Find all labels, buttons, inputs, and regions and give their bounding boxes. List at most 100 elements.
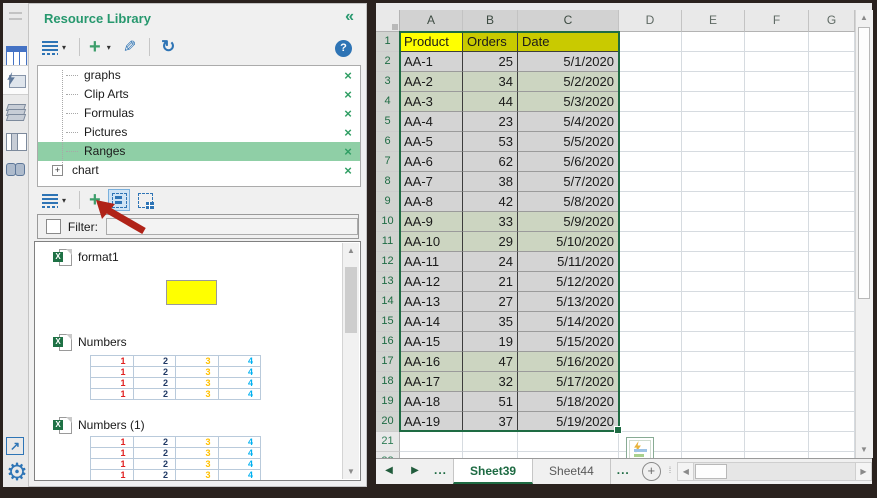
cell[interactable] xyxy=(809,112,855,132)
cell[interactable] xyxy=(682,192,745,212)
cell[interactable]: 5/1/2020 xyxy=(518,52,619,72)
cell[interactable]: AA-18 xyxy=(400,392,463,412)
cell[interactable] xyxy=(619,392,682,412)
hscroll-left-icon[interactable]: ◀ xyxy=(678,463,695,480)
delete-group-icon[interactable]: × xyxy=(336,123,360,142)
cell[interactable]: 5/10/2020 xyxy=(518,232,619,252)
cell[interactable] xyxy=(619,72,682,92)
cell[interactable] xyxy=(518,432,619,452)
cell[interactable] xyxy=(809,432,855,452)
library-item[interactable]: Xformat1 xyxy=(53,248,360,266)
cell[interactable]: 23 xyxy=(463,112,518,132)
column-header-B[interactable]: B xyxy=(463,10,518,32)
filter-input[interactable] xyxy=(105,218,358,235)
cell[interactable] xyxy=(682,372,745,392)
cell[interactable]: AA-8 xyxy=(400,192,463,212)
cell[interactable]: 44 xyxy=(463,92,518,112)
cell[interactable] xyxy=(809,352,855,372)
binoculars-icon[interactable] xyxy=(6,159,25,178)
cell[interactable] xyxy=(619,252,682,272)
cell[interactable] xyxy=(682,272,745,292)
cell[interactable]: Orders xyxy=(463,32,518,52)
cell[interactable]: AA-15 xyxy=(400,332,463,352)
next-sheet-icon[interactable]: ▶ xyxy=(402,459,428,484)
row-header-1[interactable]: 1 xyxy=(376,32,400,52)
cell[interactable]: 5/14/2020 xyxy=(518,312,619,332)
scroll-up-icon[interactable]: ▲ xyxy=(343,243,359,258)
cell[interactable] xyxy=(745,132,809,152)
row-header-7[interactable]: 7 xyxy=(376,152,400,172)
cell[interactable]: AA-17 xyxy=(400,372,463,392)
new-sheet-button[interactable]: + xyxy=(641,462,661,481)
hscroll-right-icon[interactable]: ▶ xyxy=(855,463,871,480)
cell[interactable] xyxy=(619,192,682,212)
collapse-panel-icon[interactable]: « xyxy=(345,8,354,26)
cell[interactable] xyxy=(682,92,745,112)
cell[interactable]: 5/15/2020 xyxy=(518,332,619,352)
cell[interactable]: 5/12/2020 xyxy=(518,272,619,292)
cell[interactable] xyxy=(619,292,682,312)
sheet-scroll-up-icon[interactable]: ▲ xyxy=(856,10,872,25)
row-header-11[interactable]: 11 xyxy=(376,232,400,252)
cell[interactable]: 5/16/2020 xyxy=(518,352,619,372)
column-header-A[interactable]: A xyxy=(400,10,463,32)
cell[interactable] xyxy=(619,272,682,292)
cell[interactable] xyxy=(619,52,682,72)
row-header-9[interactable]: 9 xyxy=(376,192,400,212)
cell[interactable] xyxy=(809,152,855,172)
cell[interactable] xyxy=(619,32,682,52)
row-header-15[interactable]: 15 xyxy=(376,312,400,332)
cell[interactable] xyxy=(745,72,809,92)
cell[interactable] xyxy=(619,232,682,252)
cell[interactable]: 29 xyxy=(463,232,518,252)
cell[interactable] xyxy=(809,32,855,52)
cell[interactable]: 51 xyxy=(463,392,518,412)
cell[interactable] xyxy=(809,252,855,272)
cell[interactable]: AA-19 xyxy=(400,412,463,432)
range-preview-table[interactable]: 1234123412341234 xyxy=(90,436,261,480)
sheet-scroll-down-icon[interactable]: ▼ xyxy=(856,442,872,457)
cell[interactable] xyxy=(682,332,745,352)
cell[interactable] xyxy=(682,112,745,132)
library-item[interactable]: X Numbers (1) xyxy=(53,416,360,434)
cell[interactable] xyxy=(619,352,682,372)
sheet-scrollbar-thumb[interactable] xyxy=(858,27,870,299)
cell[interactable] xyxy=(809,372,855,392)
row-header-18[interactable]: 18 xyxy=(376,372,400,392)
sheet-vertical-scrollbar[interactable]: ▲ ▼ xyxy=(855,10,873,458)
column-header-C[interactable]: C xyxy=(518,10,619,32)
cell[interactable]: 21 xyxy=(463,272,518,292)
delete-group-icon[interactable]: × xyxy=(336,85,360,104)
cell[interactable] xyxy=(682,72,745,92)
cell[interactable]: AA-1 xyxy=(400,52,463,72)
cell[interactable]: 19 xyxy=(463,332,518,352)
cell[interactable]: 62 xyxy=(463,152,518,172)
add-dropdown-icon[interactable]: ▾ xyxy=(107,43,111,52)
list-scrollbar-thumb[interactable] xyxy=(345,267,357,333)
row-header-21[interactable]: 21 xyxy=(376,432,400,452)
cell[interactable] xyxy=(745,392,809,412)
cell[interactable]: 5/4/2020 xyxy=(518,112,619,132)
cell[interactable] xyxy=(745,412,809,432)
cell[interactable]: 5/7/2020 xyxy=(518,172,619,192)
insert-range-icon[interactable] xyxy=(135,190,155,210)
column-header-E[interactable]: E xyxy=(682,10,745,32)
scroll-down-icon[interactable]: ▼ xyxy=(343,464,359,479)
cell[interactable]: 5/2/2020 xyxy=(518,72,619,92)
cell[interactable] xyxy=(809,292,855,312)
cell[interactable]: 53 xyxy=(463,132,518,152)
cell[interactable]: 5/9/2020 xyxy=(518,212,619,232)
cell[interactable] xyxy=(682,292,745,312)
quick-analysis-button[interactable] xyxy=(626,437,654,458)
worksheet-grid-icon[interactable] xyxy=(6,46,27,67)
cell[interactable]: 5/13/2020 xyxy=(518,292,619,312)
delete-group-icon[interactable]: × xyxy=(336,142,360,161)
cell[interactable] xyxy=(745,92,809,112)
cell[interactable] xyxy=(745,272,809,292)
tab-sheet44[interactable]: Sheet44 xyxy=(533,459,611,484)
cell[interactable] xyxy=(809,212,855,232)
cell[interactable] xyxy=(809,232,855,252)
row-header-2[interactable]: 2 xyxy=(376,52,400,72)
cell[interactable] xyxy=(745,372,809,392)
delete-group-icon[interactable]: × xyxy=(336,66,360,85)
